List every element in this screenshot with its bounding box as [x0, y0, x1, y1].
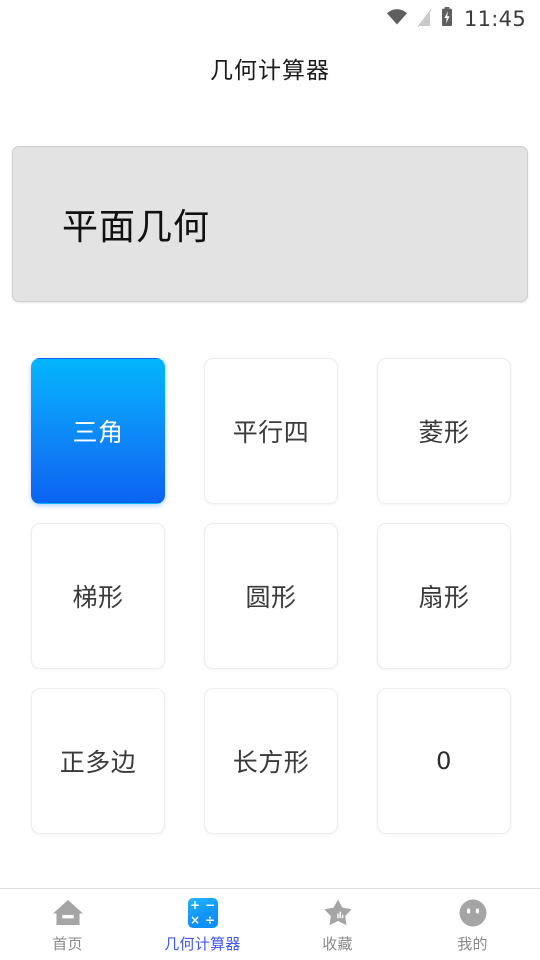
shape-tile-trapezoid[interactable]: 梯形: [31, 523, 165, 669]
calc-times-symbol: ×: [189, 913, 201, 927]
category-card-label: 平面几何: [62, 207, 211, 248]
home-icon: [51, 896, 85, 930]
shape-tile-label: 扇形: [418, 583, 470, 612]
calc-minus-symbol: −: [204, 898, 216, 912]
nav-item-profile[interactable]: 我的: [405, 889, 540, 960]
nav-item-label: 收藏: [322, 934, 353, 953]
shape-tile-circle[interactable]: 圆形: [204, 523, 338, 669]
shape-tile-sector[interactable]: 扇形: [377, 523, 511, 669]
shape-grid: 三角 平行四 菱形 梯形 圆形 扇形 正多边 长方形 0: [31, 358, 511, 834]
nav-item-geometry-calculator[interactable]: + − × ÷ 几何计算器: [135, 889, 270, 960]
shape-tile-label: 长方形: [232, 748, 310, 777]
category-card[interactable]: 平面几何: [12, 146, 528, 302]
calculator-icon: + − × ÷: [186, 896, 220, 930]
status-bar: 11:45: [0, 0, 540, 38]
status-time: 11:45: [463, 7, 526, 31]
calc-plus-symbol: +: [189, 898, 201, 912]
no-signal-icon: [417, 8, 432, 31]
profile-face-icon: [456, 896, 490, 930]
shape-tile-triangle[interactable]: 三角: [31, 358, 165, 504]
shape-tile-parallelogram[interactable]: 平行四: [204, 358, 338, 504]
shape-tile-rhombus[interactable]: 菱形: [377, 358, 511, 504]
nav-item-label: 几何计算器: [164, 934, 241, 953]
nav-item-favorites[interactable]: 收藏: [270, 889, 405, 960]
battery-charging-icon: [441, 7, 453, 31]
nav-item-label: 首页: [52, 934, 83, 953]
nav-item-home[interactable]: 首页: [0, 889, 135, 960]
shape-tile-label: 三角: [72, 418, 124, 447]
wifi-icon: [386, 8, 408, 30]
shape-tile-label: 平行四: [232, 418, 310, 447]
title-bar: 几何计算器: [0, 38, 540, 98]
shape-tile-label: 圆形: [245, 583, 297, 612]
shape-tile-regular-polygon[interactable]: 正多边: [31, 688, 165, 834]
shape-tile-label: 0: [436, 747, 452, 775]
nav-item-label: 我的: [457, 934, 488, 953]
star-icon: [321, 896, 355, 930]
shape-tile-zero[interactable]: 0: [377, 688, 511, 834]
shape-tile-label: 菱形: [418, 418, 470, 447]
app-screen: 11:45 几何计算器 平面几何 三角 平行四 菱形 梯形 圆形 扇形 正多边: [0, 0, 540, 960]
page-title: 几何计算器: [210, 58, 330, 84]
bottom-navigation: 首页 + − × ÷ 几何计算器 收藏 我的: [0, 888, 540, 960]
shape-tile-rectangle[interactable]: 长方形: [204, 688, 338, 834]
shape-tile-label: 梯形: [72, 583, 124, 612]
shape-tile-label: 正多边: [59, 748, 137, 777]
calc-divide-symbol: ÷: [204, 913, 216, 927]
